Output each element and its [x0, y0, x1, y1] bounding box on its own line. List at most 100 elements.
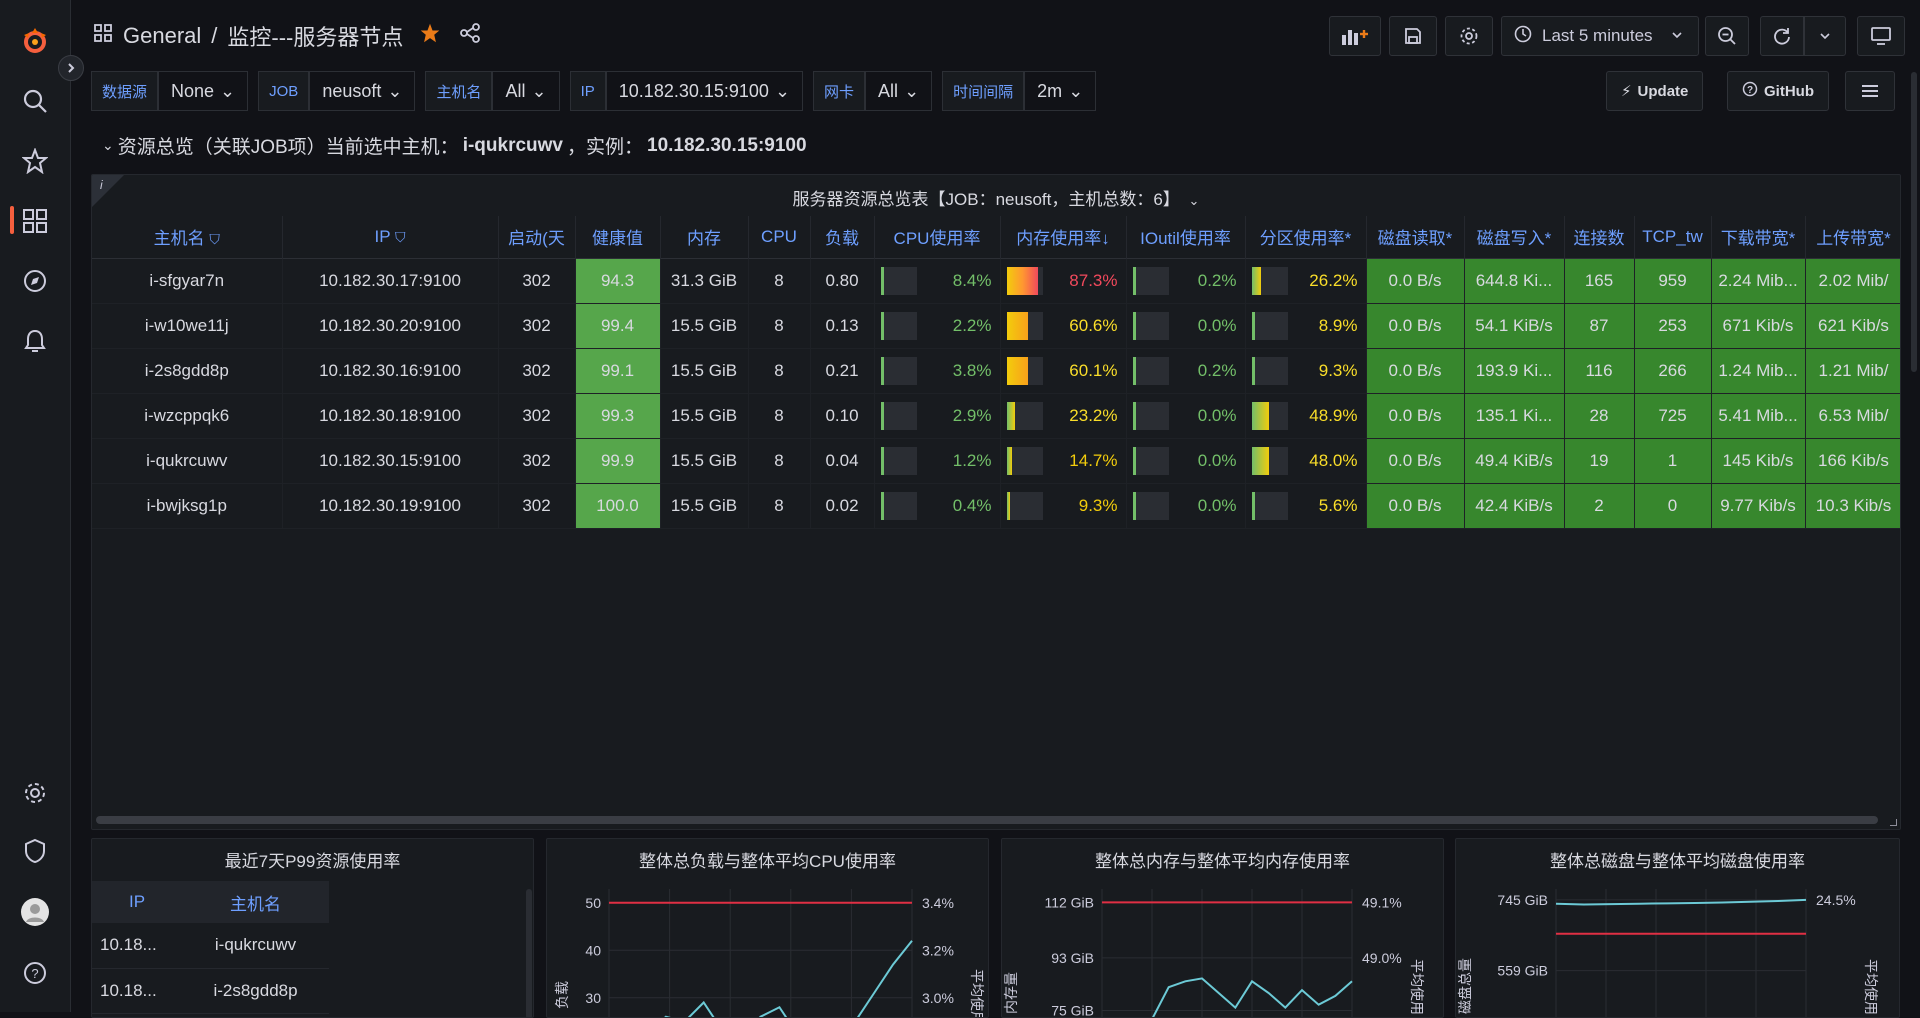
time-range-picker[interactable]: Last 5 minutes [1501, 16, 1699, 56]
gauge-bar [880, 491, 917, 520]
gauge-fill [1006, 401, 1015, 430]
y2-tick-label: 49.0% [1362, 950, 1402, 966]
update-button[interactable]: ⚡ Update [1606, 71, 1704, 111]
table-row[interactable]: i-sfgyar7n 10.182.30.17:9100 302 94.3 31.3 G… [92, 258, 1900, 304]
page-vertical-scrollbar[interactable] [1911, 72, 1917, 372]
column-header-ip[interactable]: IP ⛉ [282, 216, 499, 258]
chevron-down-icon: ⌄ [387, 80, 403, 101]
menu-hamburger-icon[interactable] [1845, 71, 1895, 111]
table-row[interactable]: i-qukrcuwv 10.182.30.15:9100 302 99.9 15.5 G… [92, 438, 1900, 484]
starred-icon[interactable] [16, 142, 54, 180]
column-header-ioutil[interactable]: IOutil使用率 [1126, 216, 1246, 258]
table-row[interactable]: i-2s8gdd8p 10.182.30.16:9100 302 99.1 15.5 G… [92, 348, 1900, 394]
panel-title[interactable]: 最近7天P99资源使用率 [92, 847, 533, 872]
variable-select-ip[interactable]: 10.182.30.15:9100 ⌄ [605, 71, 804, 111]
alerting-bell-icon[interactable] [16, 322, 54, 360]
column-header-memory[interactable]: 内存 [660, 216, 749, 258]
table-row[interactable]: i-bwjksg1p 10.182.30.19:9100 302 100.0 15.5 … [92, 483, 1900, 529]
cell-health: 99.3 [575, 393, 661, 439]
column-header-hostname[interactable]: 主机名 ⛉ [92, 216, 283, 258]
filter-icon[interactable]: ⛉ [395, 229, 406, 245]
cell-disk-read: 0.0 B/s [1366, 258, 1465, 304]
gauge-fill [1006, 311, 1029, 340]
gauge-bar [1251, 446, 1288, 475]
column-header-download[interactable]: 下载带宽* [1711, 216, 1806, 258]
memory-chart[interactable]: 112 GiB 93 GiB 75 GiB 49.1% 49.0% 内存量 平均使用 [1002, 839, 1444, 1018]
cell-memory: 15.5 GiB [660, 393, 749, 439]
column-header-cpu[interactable]: CPU [748, 216, 811, 258]
table-row[interactable]: 10.18... i-qukrcuwv [92, 923, 329, 969]
dashboard-settings-gear-icon[interactable] [1445, 16, 1493, 56]
column-header-partition[interactable]: 分区使用率* [1245, 216, 1367, 258]
column-header-cpu-usage[interactable]: CPU使用率 [874, 216, 1001, 258]
column-header-hostname[interactable]: 主机名 [182, 881, 329, 923]
vertical-scrollbar[interactable] [526, 889, 532, 1017]
cell-hostname: i-bwjksg1p [92, 483, 283, 529]
column-header-ip[interactable]: IP [92, 881, 182, 923]
variable-select-datasource[interactable]: None ⌄ [158, 71, 249, 111]
filter-icon[interactable]: ⛉ [209, 231, 220, 247]
variable-select-job[interactable]: neusoft ⌄ [309, 71, 416, 111]
cell-uptime: 302 [498, 303, 576, 349]
configuration-gear-icon[interactable] [16, 774, 54, 812]
gauge-fill [880, 401, 884, 430]
cell-connections: 2 [1564, 483, 1635, 529]
cell-disk-write: 193.9 Ki... [1464, 348, 1565, 394]
gauge-bar [880, 266, 917, 295]
explore-compass-icon[interactable] [16, 262, 54, 300]
help-icon[interactable]: ? [16, 954, 54, 992]
gauge-fill [1132, 491, 1136, 520]
cell-hostname: i-sfgyar7n [92, 258, 283, 304]
favorite-star-icon[interactable] [419, 22, 441, 50]
dashboard-title[interactable]: 监控---服务器节点 [227, 20, 403, 52]
server-admin-shield-icon[interactable] [16, 832, 54, 870]
table-row[interactable]: 10.18... i-2s8gdd8p [92, 968, 329, 1014]
variable-select-interval[interactable]: 2m ⌄ [1024, 71, 1097, 111]
folder-link[interactable]: General [123, 23, 201, 49]
row-header-resource-overview[interactable]: ⌄ 资源总览（关联JOB项）当前选中主机： i-qukrcuwv ，实例： 10… [102, 132, 807, 159]
search-icon[interactable] [16, 82, 54, 120]
resize-handle-icon[interactable] [1890, 819, 1897, 826]
column-header-connections[interactable]: 连接数 [1564, 216, 1635, 258]
column-header-health[interactable]: 健康值 [575, 216, 661, 258]
variable-select-hostname[interactable]: All ⌄ [492, 71, 560, 111]
table-header-row: IP 主机名 [92, 881, 329, 923]
load-cpu-chart[interactable]: 504030203.4%3.2%3.0%2.8%负载平均使用 [547, 839, 989, 1018]
column-header-uptime[interactable]: 启动(天 [498, 216, 576, 258]
column-header-load[interactable]: 负载 [810, 216, 875, 258]
tv-mode-monitor-icon[interactable] [1857, 16, 1905, 56]
bolt-icon: ⚡ [1621, 83, 1632, 100]
grafana-logo-icon[interactable] [16, 22, 54, 60]
y2-axis-label: 平均使用 [1409, 959, 1425, 1015]
panel-title[interactable]: 服务器资源总览表【JOB：neusoft，主机总数：6】 ⌄ [92, 185, 1900, 210]
cell-ioutil: 0.0% [1126, 438, 1246, 484]
sidebar-active-indicator [10, 206, 14, 234]
column-header-upload[interactable]: 上传带宽* [1805, 216, 1900, 258]
refresh-interval-dropdown[interactable] [1804, 16, 1846, 56]
zoom-out-button[interactable] [1705, 16, 1749, 56]
table-row[interactable]: i-wzcppqk6 10.182.30.18:9100 302 99.3 15.5 G… [92, 393, 1900, 439]
dashboards-icon[interactable] [16, 202, 54, 240]
variable-select-nic[interactable]: All ⌄ [865, 71, 933, 111]
gauge-bar [1006, 311, 1043, 340]
column-header-mem-usage[interactable]: 内存使用率↓ [1000, 216, 1127, 258]
column-header-disk-write[interactable]: 磁盘写入* [1464, 216, 1565, 258]
add-panel-button[interactable] [1329, 16, 1381, 56]
save-dashboard-button[interactable] [1389, 16, 1437, 56]
refresh-button[interactable] [1760, 16, 1804, 56]
cell-cpu-usage: 0.4% [874, 483, 1001, 529]
github-button[interactable]: ? GitHub [1727, 71, 1829, 111]
sidebar-expand-chevron-icon[interactable] [58, 55, 84, 81]
gauge-bar [1251, 266, 1288, 295]
table-row[interactable]: i-w10we11j 10.182.30.20:9100 302 99.4 15.5 G… [92, 303, 1900, 349]
y-tick-label: 93 GiB [1051, 950, 1094, 966]
cell-hostname: i-w10we11j [92, 303, 283, 349]
column-header-disk-read[interactable]: 磁盘读取* [1366, 216, 1465, 258]
column-header-tcp-tw[interactable]: TCP_tw [1634, 216, 1712, 258]
gauge-fill [1132, 311, 1136, 340]
user-avatar[interactable] [16, 893, 54, 931]
y-tick-label: 30 [585, 990, 601, 1006]
horizontal-scrollbar[interactable] [96, 816, 1878, 824]
disk-chart[interactable]: 745 GiB559 GiB373 GiB24.5%磁盘总量平均使用 [1456, 839, 1900, 1018]
share-icon[interactable] [459, 22, 481, 50]
